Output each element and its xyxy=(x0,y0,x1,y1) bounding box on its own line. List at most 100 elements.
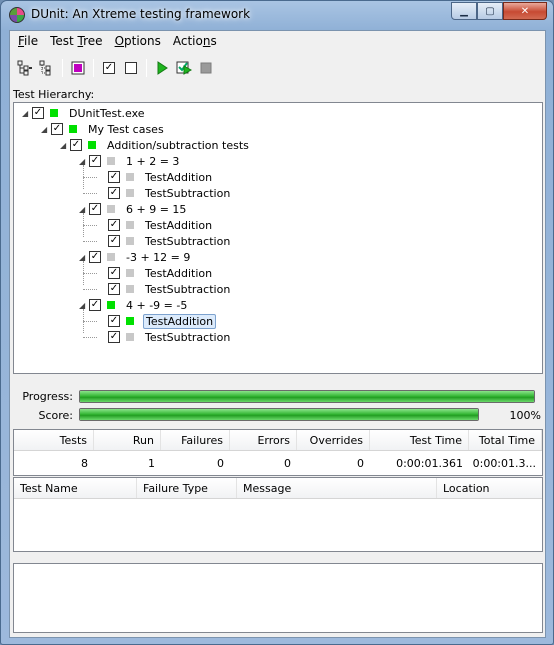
tree-node-label[interactable]: TestAddition xyxy=(143,219,214,232)
run-button[interactable] xyxy=(151,57,173,79)
select-all-icon xyxy=(17,60,32,76)
tree-node-checkbox[interactable]: ✓ xyxy=(108,283,120,295)
tree-node-label[interactable]: 4 + -9 = -5 xyxy=(124,299,189,312)
failure-col-message[interactable]: Message xyxy=(237,478,437,498)
tree-node-suite-addition-subtraction[interactable]: ◢ ✓ Addition/subtraction tests xyxy=(60,137,251,153)
progress-bar-fill xyxy=(80,391,534,402)
failure-list[interactable]: Test Name Failure Type Message Location xyxy=(13,477,543,552)
expand-toggle-icon[interactable]: ◢ xyxy=(79,301,89,310)
stats-col-failures[interactable]: Failures xyxy=(161,430,230,450)
run-selected-button[interactable] xyxy=(173,57,195,79)
stats-col-test-time[interactable]: Test Time xyxy=(370,430,469,450)
tree-node-test-addition[interactable]: ✓ TestAddition xyxy=(98,217,214,233)
tree-node-checkbox[interactable]: ✓ xyxy=(89,203,101,215)
select-all-button[interactable] xyxy=(14,57,36,79)
stats-col-tests[interactable]: Tests xyxy=(14,430,94,450)
tree-node-checkbox[interactable]: ✓ xyxy=(89,299,101,311)
tree-node-checkbox[interactable]: ✓ xyxy=(70,139,82,151)
tree-node-checkbox[interactable]: ✓ xyxy=(51,123,63,135)
tree-node-label[interactable]: My Test cases xyxy=(86,123,166,136)
tree-node-label[interactable]: TestAddition xyxy=(143,267,214,280)
tree-connector xyxy=(83,337,97,338)
tree-node-checkbox[interactable]: ✓ xyxy=(108,235,120,247)
tree-node-case-4-plus-neg9[interactable]: ◢ ✓ 4 + -9 = -5 xyxy=(79,297,189,313)
failure-col-location[interactable]: Location xyxy=(437,478,542,498)
tree-node-case-6-plus-9[interactable]: ◢ ✓ 6 + 9 = 15 xyxy=(79,201,188,217)
menu-test-tree-label: ree xyxy=(83,34,103,48)
title-bar[interactable]: DUnit: An Xtreme testing framework ▁ ▢ ✕ xyxy=(1,1,553,29)
failure-col-failure-type[interactable]: Failure Type xyxy=(137,478,237,498)
tree-node-case-1-plus-2[interactable]: ◢ ✓ 1 + 2 = 3 xyxy=(79,153,181,169)
error-message-pane[interactable] xyxy=(13,563,543,633)
deselect-all-button[interactable] xyxy=(36,57,58,79)
expand-toggle-icon[interactable]: ◢ xyxy=(79,205,89,214)
score-label: Score: xyxy=(38,409,73,422)
tree-node-case-neg3-plus-12[interactable]: ◢ ✓ -3 + 12 = 9 xyxy=(79,249,192,265)
tree-node-root-exe[interactable]: ◢ ✓ DUnitTest.exe xyxy=(22,105,147,121)
close-button[interactable]: ✕ xyxy=(503,2,547,20)
tree-node-checkbox[interactable]: ✓ xyxy=(108,187,120,199)
stats-col-run[interactable]: Run xyxy=(94,430,161,450)
tree-node-label[interactable]: Addition/subtraction tests xyxy=(105,139,251,152)
tree-node-test-addition[interactable]: ✓ TestAddition xyxy=(98,265,214,281)
tree-node-label[interactable]: TestSubtraction xyxy=(143,331,232,344)
tree-node-label[interactable]: TestSubtraction xyxy=(143,187,232,200)
expand-toggle-icon[interactable]: ◢ xyxy=(60,141,70,150)
expand-toggle-icon[interactable]: ◢ xyxy=(41,125,51,134)
menu-options[interactable]: Options xyxy=(109,31,167,51)
tree-node-label[interactable]: TestSubtraction xyxy=(143,283,232,296)
tree-node-test-subtraction[interactable]: ✓ TestSubtraction xyxy=(98,329,232,345)
stats-col-overrides[interactable]: Overrides xyxy=(297,430,370,450)
test-status-icon xyxy=(88,141,96,149)
run-selected-icon xyxy=(176,61,192,75)
score-bar-fill xyxy=(80,409,478,420)
stats-col-errors[interactable]: Errors xyxy=(230,430,297,450)
test-tree[interactable]: ◢ ✓ DUnitTest.exe ◢ ✓ My Test cases ◢ ✓ Addition… xyxy=(13,102,543,374)
tree-node-test-subtraction[interactable]: ✓ TestSubtraction xyxy=(98,281,232,297)
tree-node-checkbox[interactable]: ✓ xyxy=(108,219,120,231)
expand-toggle-icon[interactable]: ◢ xyxy=(79,253,89,262)
menu-file[interactable]: File xyxy=(12,31,44,51)
tree-node-label[interactable]: TestAddition xyxy=(143,313,217,329)
test-status-icon xyxy=(107,157,115,165)
stats-col-total-time[interactable]: Total Time xyxy=(469,430,542,450)
stats-table: Tests Run Failures Errors Overrides Test… xyxy=(13,429,543,476)
check-all-button[interactable]: ✓ xyxy=(98,57,120,79)
minimize-button[interactable]: ▁ xyxy=(451,2,477,20)
tree-node-test-subtraction[interactable]: ✓ TestSubtraction xyxy=(98,185,232,201)
tree-node-label[interactable]: DUnitTest.exe xyxy=(67,107,147,120)
tree-node-checkbox[interactable]: ✓ xyxy=(108,331,120,343)
failure-col-test-name[interactable]: Test Name xyxy=(14,478,137,498)
select-failed-button[interactable] xyxy=(67,57,89,79)
expand-toggle-icon[interactable]: ◢ xyxy=(79,157,89,166)
toolbar: ✓ xyxy=(10,55,545,81)
tree-node-checkbox[interactable]: ✓ xyxy=(89,251,101,263)
tree-node-checkbox[interactable]: ✓ xyxy=(108,171,120,183)
uncheck-all-button[interactable] xyxy=(120,57,142,79)
tree-node-test-subtraction[interactable]: ✓ TestSubtraction xyxy=(98,233,232,249)
tree-node-label[interactable]: -3 + 12 = 9 xyxy=(124,251,192,264)
tree-node-test-addition[interactable]: ✓ TestAddition xyxy=(98,313,217,329)
maximize-button[interactable]: ▢ xyxy=(477,2,503,20)
tree-node-label[interactable]: 6 + 9 = 15 xyxy=(124,203,188,216)
tree-node-checkbox[interactable]: ✓ xyxy=(89,155,101,167)
test-status-icon xyxy=(126,285,134,293)
tree-node-label[interactable]: TestAddition xyxy=(143,171,214,184)
tree-node-label[interactable]: TestSubtraction xyxy=(143,235,232,248)
menu-file-label: ile xyxy=(24,34,39,48)
menu-actions[interactable]: Actions xyxy=(167,31,223,51)
stop-button[interactable] xyxy=(195,57,217,79)
toolbar-separator xyxy=(62,59,63,77)
expand-toggle-icon[interactable]: ◢ xyxy=(22,109,32,118)
tree-node-suite-my-test-cases[interactable]: ◢ ✓ My Test cases xyxy=(41,121,166,137)
tree-connector xyxy=(83,177,97,178)
menu-test-tree-label-pre: Test xyxy=(50,34,78,48)
tree-node-checkbox[interactable]: ✓ xyxy=(108,315,120,327)
tree-node-checkbox[interactable]: ✓ xyxy=(32,107,44,119)
menu-test-tree[interactable]: Test Tree xyxy=(44,31,108,51)
stats-values-row: 8 1 0 0 0 0:00:01.361 0:00:01.3... xyxy=(14,453,542,474)
tree-node-checkbox[interactable]: ✓ xyxy=(108,267,120,279)
tree-node-label[interactable]: 1 + 2 = 3 xyxy=(124,155,181,168)
tree-node-test-addition[interactable]: ✓ TestAddition xyxy=(98,169,214,185)
select-failed-icon xyxy=(71,61,85,75)
